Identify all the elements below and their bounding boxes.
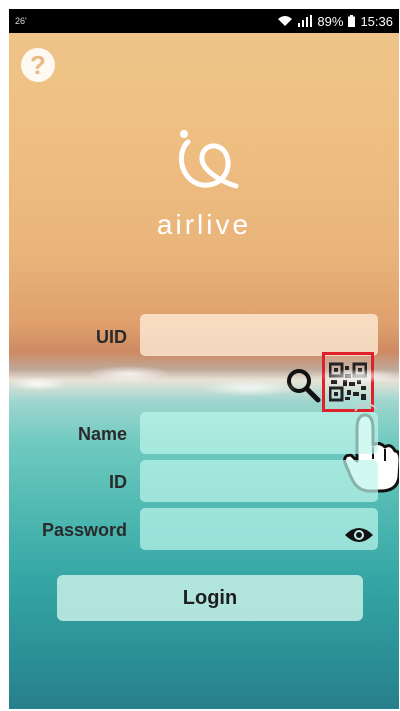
- id-field[interactable]: [140, 460, 378, 502]
- login-button[interactable]: Login: [57, 575, 363, 621]
- question-mark-icon: ?: [30, 49, 46, 80]
- battery-percent: 89%: [317, 13, 344, 29]
- clock: 15:36: [360, 13, 393, 29]
- name-label: Name: [77, 424, 127, 444]
- password-field[interactable]: [140, 508, 378, 550]
- airlive-logo-icon: [178, 130, 239, 189]
- eye-icon[interactable]: [344, 525, 374, 545]
- qr-code-icon: [329, 362, 367, 402]
- login-button-label: Login: [182, 586, 238, 609]
- id-label: ID: [109, 472, 127, 492]
- password-label: Password: [41, 520, 127, 540]
- battery-icon: [348, 15, 356, 27]
- uid-label: UID: [96, 327, 127, 347]
- logo-text: airlive: [156, 209, 252, 240]
- help-button[interactable]: ?: [21, 48, 55, 82]
- status-left-text: 26': [15, 16, 27, 26]
- wifi-icon: [278, 16, 293, 26]
- signal-icon: [298, 15, 313, 27]
- uid-field[interactable]: [140, 314, 378, 356]
- app-screen: 26' 89% 15:36 ? airlive UID Name ID Pass…: [9, 9, 399, 709]
- status-right: 89% 15:36: [277, 14, 393, 29]
- status-bar: 26' 89% 15:36: [9, 9, 399, 33]
- name-field[interactable]: [140, 412, 378, 454]
- magnifier-icon[interactable]: [285, 367, 321, 403]
